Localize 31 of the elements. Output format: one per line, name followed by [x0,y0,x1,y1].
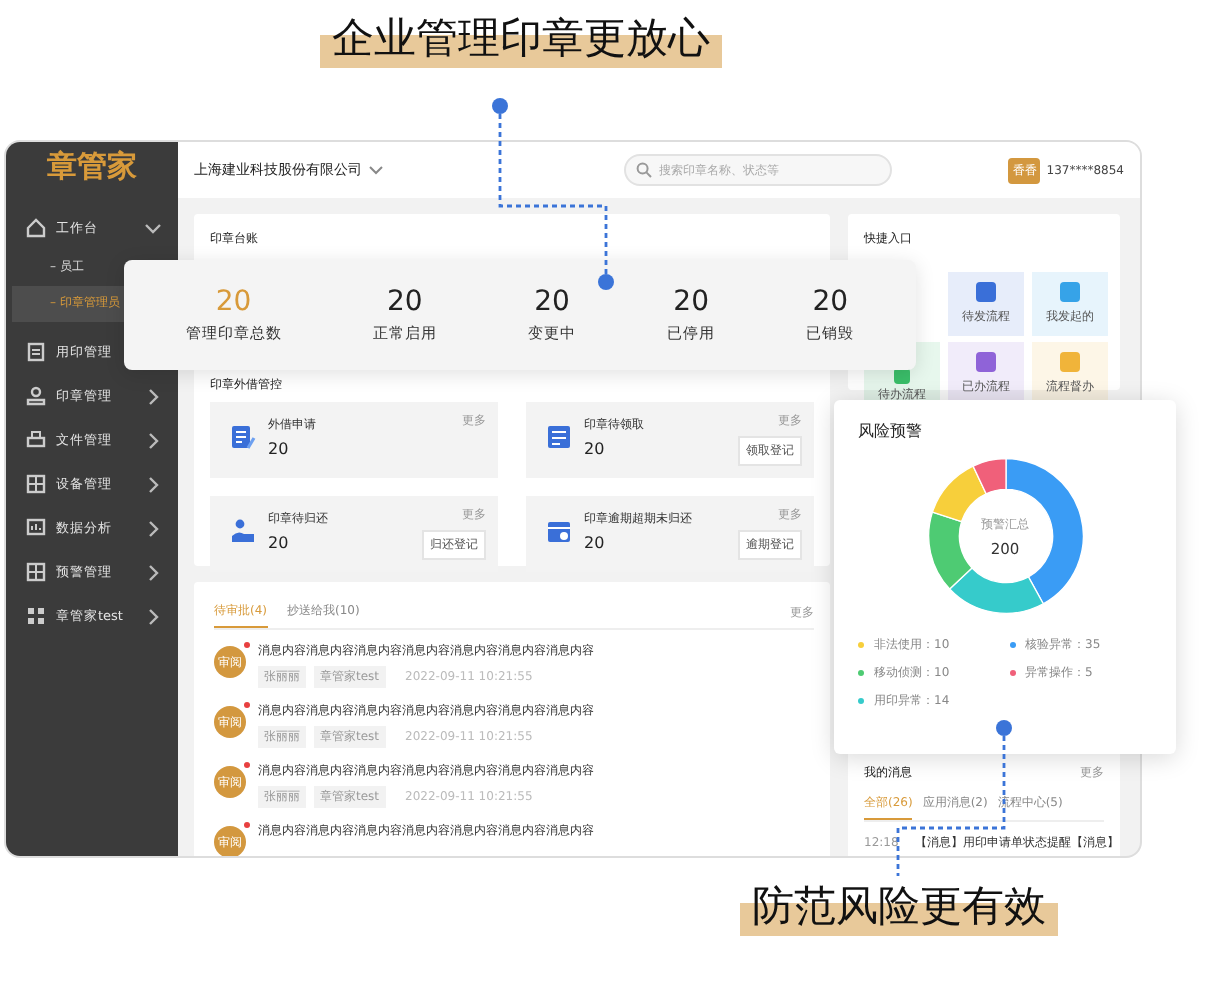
home-icon [26,218,46,238]
apps-icon [26,606,46,626]
stat-value: 20 [673,286,709,318]
card-value: 20 [584,534,607,552]
stat-value: 20 [386,286,423,318]
calendar-icon [546,518,572,544]
form-icon [230,424,256,450]
card-value: 20 [268,440,291,458]
panel-title: 风险预警 [858,420,924,442]
caret-icon [368,162,384,178]
stamp-icon [26,386,46,406]
stat-value: 20 [534,286,570,318]
stat-value: 20 [215,286,252,318]
grid-icon [26,562,46,582]
chevron-right-icon [144,387,162,405]
printer-icon [26,430,46,450]
search-icon [636,162,653,178]
logo: 章管家 [45,146,139,188]
stat-value: 20 [812,286,849,318]
chart-icon [26,518,46,538]
chevron-right-icon [144,475,162,493]
card-value: 20 [584,440,607,458]
card-value: 20 [268,534,291,552]
chevron-right-icon [144,607,162,625]
chevron-right-icon [144,431,162,449]
document-icon [26,342,46,362]
chevron-right-icon [144,563,162,581]
chevron-right-icon [144,519,162,537]
hand-icon [230,518,256,544]
document-icon [546,424,572,450]
grid-icon [26,474,46,494]
